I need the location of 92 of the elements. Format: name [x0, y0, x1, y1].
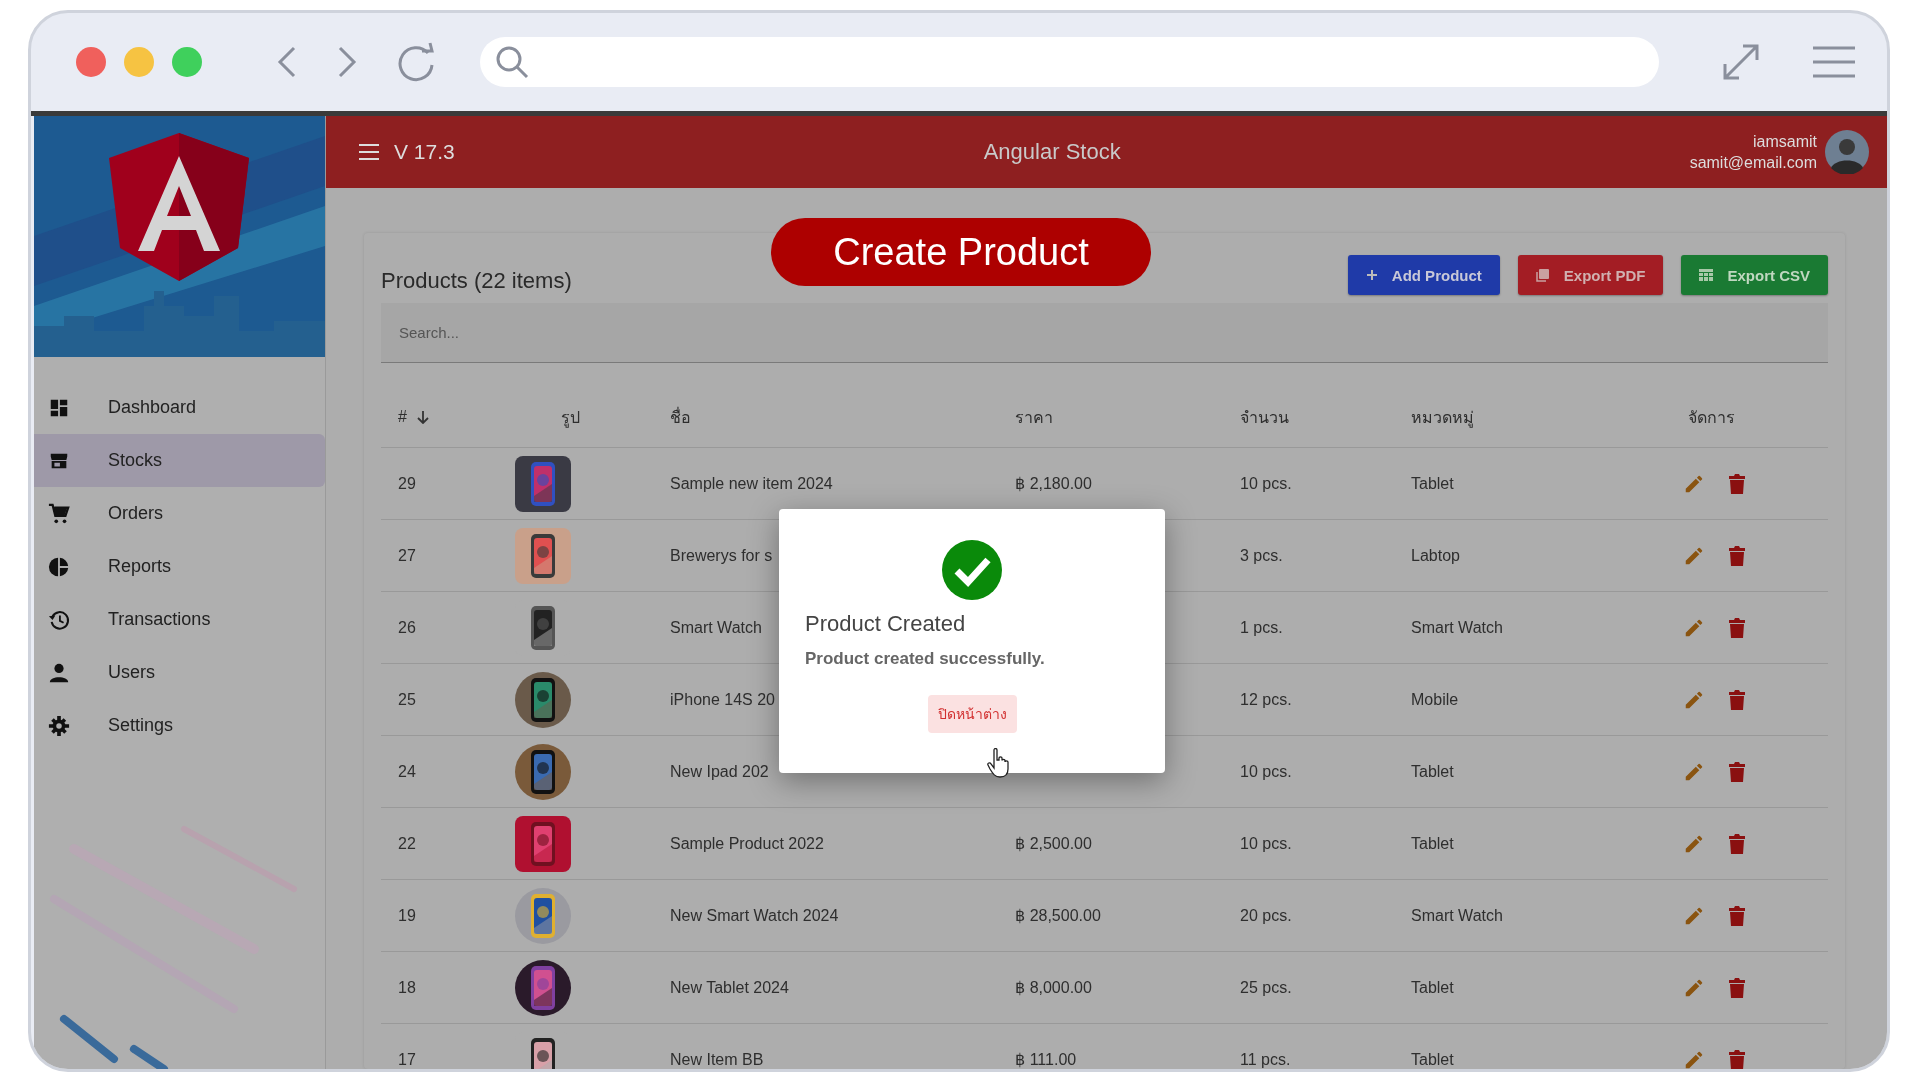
table-cell: 22: [398, 834, 416, 852]
table-cell: Tablet: [1411, 762, 1454, 780]
table-cell: 27: [398, 546, 416, 564]
success-check-icon: [941, 539, 1003, 601]
table-cell: Smart Watch: [670, 618, 762, 636]
delete-icon[interactable]: [1727, 1048, 1747, 1069]
history-icon: [48, 608, 70, 631]
table-cell: 1 pcs.: [1240, 618, 1283, 636]
column-header: รูป: [561, 407, 580, 430]
cart-icon: [48, 502, 70, 525]
table-cell: Tablet: [1411, 1050, 1454, 1068]
table-cell: New Smart Watch 2024: [670, 906, 839, 924]
export-csv-button[interactable]: Export CSV: [1681, 255, 1828, 295]
person-icon: [48, 661, 70, 684]
nav-item[interactable]: Settings: [34, 699, 325, 752]
delete-icon[interactable]: [1727, 760, 1747, 783]
pie-icon: [48, 555, 70, 578]
column-header[interactable]: #: [398, 408, 407, 426]
document-icon: [1535, 268, 1550, 282]
table-cell: 18: [398, 978, 416, 996]
gear-icon: [48, 714, 70, 737]
table-icon: [1699, 269, 1714, 281]
table-cell: Tablet: [1411, 474, 1454, 492]
table-cell: 11 pcs.: [1240, 1050, 1291, 1068]
column-header: จำนวน: [1240, 407, 1289, 428]
table-cell: Smart Watch: [1411, 906, 1503, 924]
column-header: ชื่อ: [670, 406, 691, 428]
nav-item[interactable]: Users: [34, 646, 325, 699]
table-cell: 29: [398, 474, 416, 492]
table-cell: Mobile: [1411, 690, 1459, 708]
app-title: Angular Stock: [983, 139, 1121, 165]
dialog-message: Product created successfully.: [805, 649, 1045, 669]
table-cell: 10 pcs.: [1240, 834, 1292, 852]
user-email: samit@email.com: [1689, 153, 1817, 173]
nav-item[interactable]: Orders: [34, 487, 325, 540]
delete-icon[interactable]: [1727, 544, 1747, 567]
search-field[interactable]: Search...: [381, 303, 1828, 363]
table-cell: 25 pcs.: [1240, 978, 1292, 996]
nav-item[interactable]: Dashboard: [34, 381, 325, 434]
table-cell: ฿ 8,000.00: [1015, 979, 1092, 996]
card-title: Products (22 items): [381, 268, 572, 294]
nav-item[interactable]: Transactions: [34, 593, 325, 646]
column-header: หมวดหมู่: [1411, 407, 1474, 430]
table-cell: ฿ 111.00: [1015, 1051, 1077, 1068]
close-dialog-button[interactable]: ปิดหน้าต่าง: [927, 695, 1017, 733]
table-cell: ฿ 2,500.00: [1015, 835, 1092, 852]
plus-icon: [1365, 269, 1378, 281]
create-product-label: Create Product: [771, 218, 1151, 286]
user-name: iamsamit: [1753, 132, 1817, 152]
table-cell: New Tablet 2024: [670, 978, 789, 996]
table-cell: 10 pcs.: [1240, 474, 1292, 492]
close-window-button[interactable]: [76, 47, 106, 77]
add-product-button[interactable]: Add Product: [1347, 255, 1500, 295]
column-header: ราคา: [1015, 407, 1053, 428]
table-cell: 26: [398, 618, 416, 636]
nav-item[interactable]: Stocks: [34, 434, 325, 487]
table-cell: ฿ 28,500.00: [1015, 907, 1101, 924]
table-cell: Tablet: [1411, 978, 1454, 996]
delete-icon[interactable]: [1727, 472, 1747, 495]
export-pdf-button[interactable]: Export PDF: [1517, 255, 1664, 295]
dialog-title: Product Created: [805, 611, 966, 637]
column-header: จัดการ: [1688, 407, 1735, 428]
table-cell: Sample Product 2022: [670, 834, 824, 852]
table-cell: 17: [398, 1050, 416, 1068]
menu-icon[interactable]: [1811, 45, 1857, 79]
sort-down-icon[interactable]: [416, 410, 429, 424]
table-cell: Sample new item 2024: [670, 474, 833, 492]
maximize-window-button[interactable]: [172, 47, 202, 77]
delete-icon[interactable]: [1727, 616, 1747, 639]
table-cell: Brewerys for s: [670, 546, 773, 564]
delete-icon[interactable]: [1727, 976, 1747, 999]
delete-icon[interactable]: [1727, 832, 1747, 855]
search-icon: [494, 44, 530, 80]
version-label: V 17.3: [394, 140, 455, 164]
table-cell: Tablet: [1411, 834, 1454, 852]
table-cell: Labtop: [1411, 546, 1460, 564]
table-cell: 20 pcs.: [1240, 906, 1292, 924]
table-cell: ฿ 2,180.00: [1015, 475, 1092, 492]
table-cell: New Item BB: [670, 1050, 764, 1068]
avatar[interactable]: [1825, 130, 1869, 174]
table-cell: 12 pcs.: [1240, 690, 1292, 708]
delete-icon[interactable]: [1727, 904, 1747, 927]
table-cell: New Ipad 202: [670, 762, 769, 780]
table-cell: Smart Watch: [1411, 618, 1503, 636]
table-cell: 19: [398, 906, 416, 924]
delete-icon[interactable]: [1727, 688, 1747, 711]
table-cell: 25: [398, 690, 416, 708]
nav-item[interactable]: Reports: [34, 540, 325, 593]
table-cell: 3 pcs.: [1240, 546, 1283, 564]
table-cell: 24: [398, 762, 416, 780]
table-cell: iPhone 14S 20: [670, 690, 775, 708]
table-cell: 10 pcs.: [1240, 762, 1292, 780]
